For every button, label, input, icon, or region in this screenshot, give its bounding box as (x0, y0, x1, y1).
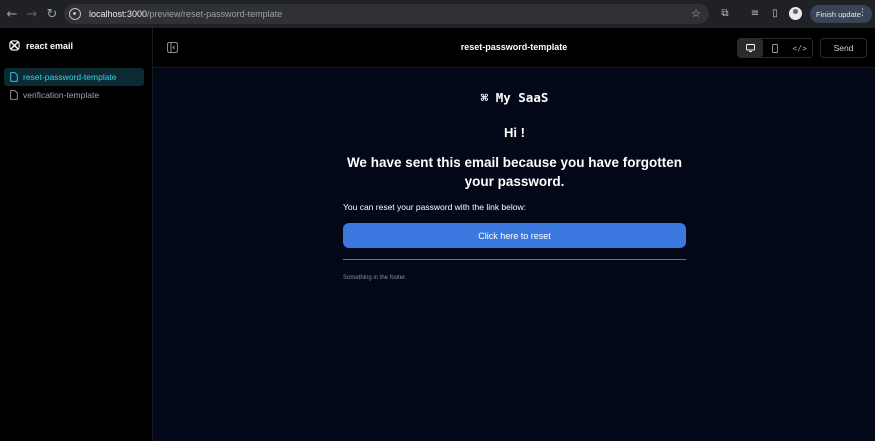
profile-avatar[interactable] (789, 7, 802, 20)
topbar: reset-password-template </> Send (153, 28, 875, 68)
sidebar: react email reset-password-template veri… (0, 28, 153, 441)
finish-update-button[interactable]: Finish update ⋮ (810, 5, 872, 23)
email-body-text: You can reset your password with the lin… (343, 202, 527, 212)
view-mode-toggle: </> (737, 38, 813, 58)
bookmark-star-icon[interactable]: ☆ (691, 7, 701, 20)
send-button[interactable]: Send (820, 38, 867, 58)
email-headline: We have sent this email because you have… (346, 155, 683, 189)
mobile-icon[interactable] (763, 39, 788, 57)
forward-icon[interactable]: → (23, 5, 41, 23)
email-footer: Something in the footer. (343, 275, 407, 281)
email-brand: ⌘ My SaaS (343, 90, 686, 105)
sidebar-item-reset-password-template[interactable]: reset-password-template (4, 68, 144, 86)
divider (343, 259, 686, 260)
side-panel-icon[interactable]: ▯ (768, 6, 782, 20)
brand: react email (9, 40, 73, 51)
file-icon (10, 90, 18, 100)
desktop-icon[interactable] (738, 39, 763, 57)
email-brand-name: My SaaS (495, 90, 549, 105)
browser-toolbar: ← → ↻ localhost:3000/preview/reset-passw… (0, 0, 875, 28)
file-icon (10, 72, 18, 82)
menu-kebab-icon[interactable]: ⋮ (858, 8, 867, 18)
sidebar-item-label: verification-template (23, 90, 100, 100)
code-icon[interactable]: </> (787, 39, 812, 57)
brand-name: react email (26, 40, 74, 51)
sidebar-item-label: reset-password-template (23, 72, 117, 82)
sidebar-item-verification-template[interactable]: verification-template (4, 86, 144, 104)
email-preview: ⌘ My SaaS Hi ! We have sent this email b… (153, 68, 875, 441)
reload-icon[interactable]: ↻ (43, 5, 61, 23)
media-controls-icon[interactable]: ≡ (748, 6, 762, 20)
reset-password-button[interactable]: Click here to reset (343, 223, 686, 248)
email-greeting: Hi ! (504, 125, 525, 140)
command-icon: ⌘ (480, 90, 489, 105)
extensions-icon[interactable]: ⧉ (718, 6, 732, 20)
react-email-app: react email reset-password-template veri… (0, 28, 875, 441)
finish-update-label: Finish update (816, 9, 862, 19)
address-bar[interactable]: localhost:3000/preview/reset-password-te… (64, 4, 709, 24)
back-icon[interactable]: ← (3, 5, 21, 23)
url-text: localhost:3000/preview/reset-password-te… (89, 9, 283, 19)
site-info-icon[interactable] (69, 8, 81, 20)
react-email-logo-icon (9, 40, 20, 51)
